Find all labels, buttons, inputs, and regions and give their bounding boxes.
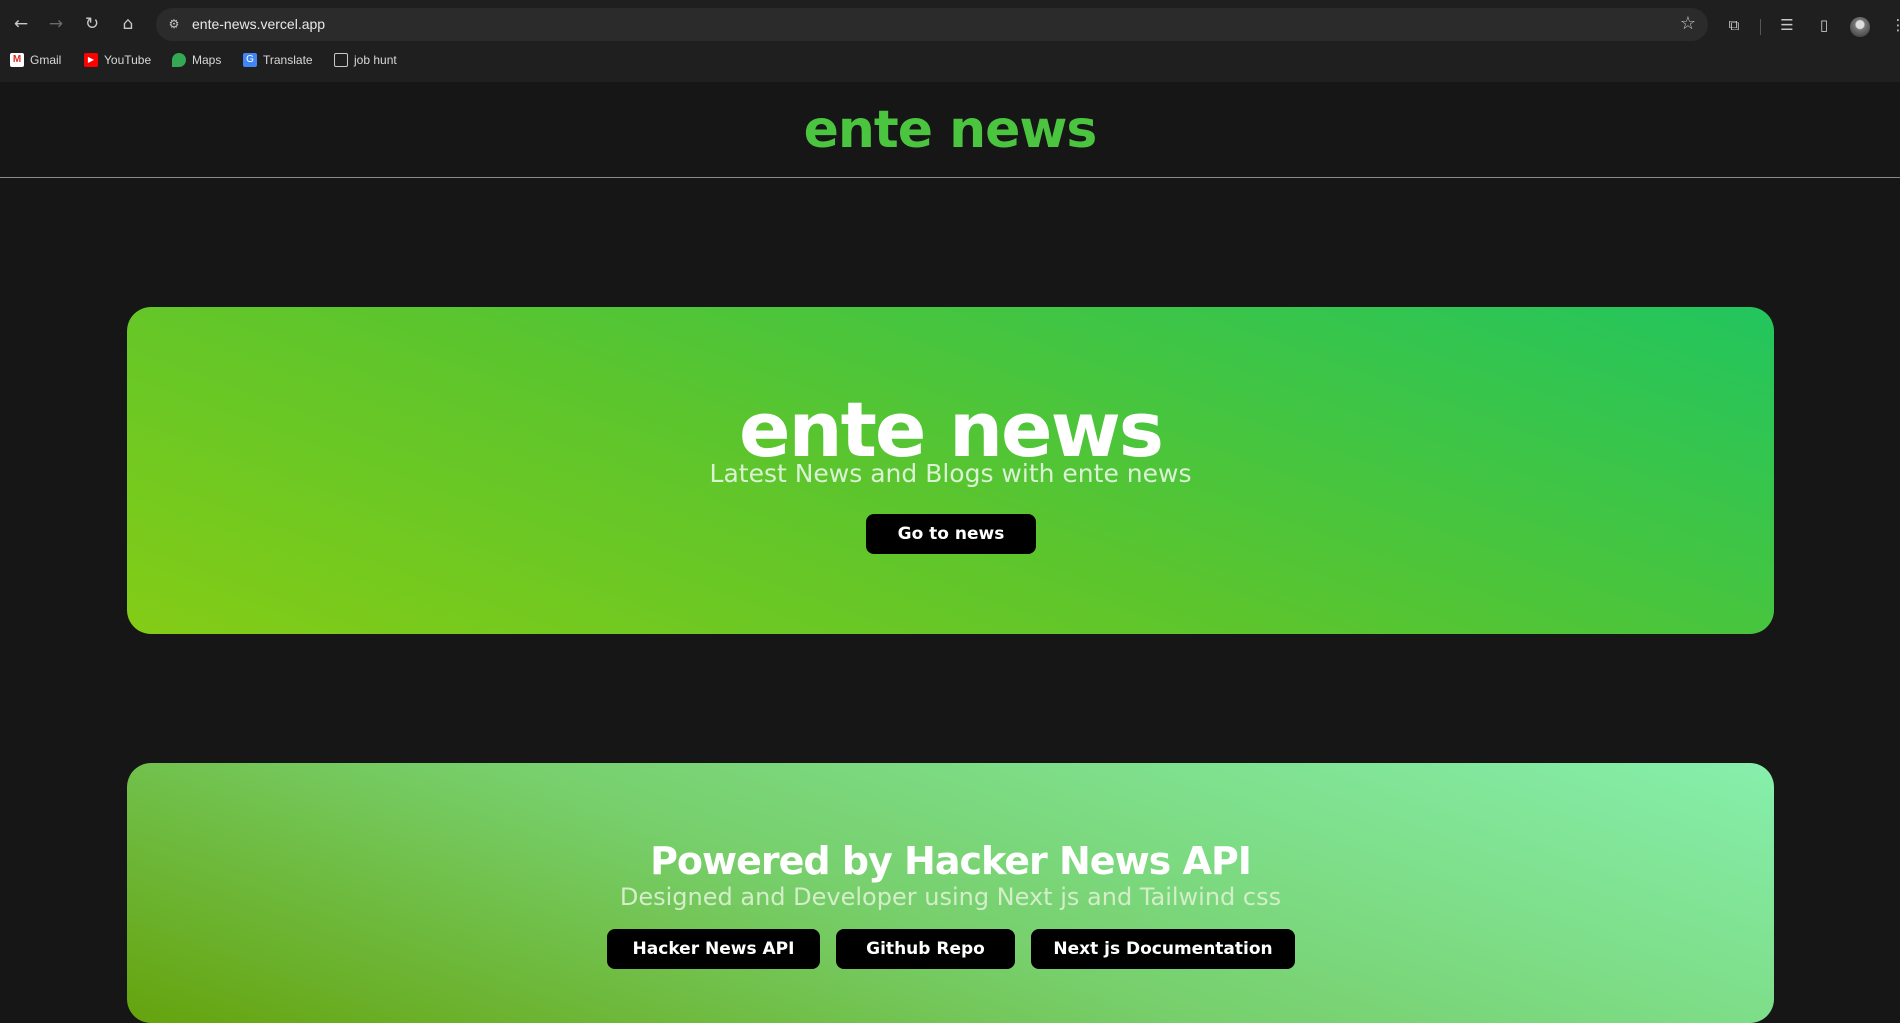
powered-subtitle: Designed and Developer using Next js and… [619, 883, 1282, 911]
reload-icon[interactable]: ↻ [82, 14, 102, 34]
bookmark-maps[interactable]: Maps [172, 49, 221, 71]
reading-list-icon[interactable]: ☰ [1776, 14, 1798, 36]
folder-icon [334, 53, 348, 67]
bookmark-label: Maps [192, 53, 222, 67]
extensions-icon[interactable]: ⧉ [1723, 14, 1745, 36]
forward-icon[interactable]: → [46, 14, 66, 34]
maps-icon [172, 53, 186, 67]
site-settings-icon[interactable]: ⚙ [166, 16, 182, 32]
home-icon[interactable]: ⌂ [118, 14, 138, 34]
bookmark-gmail[interactable]: M Gmail [10, 49, 61, 71]
nextjs-documentation-button[interactable]: Next js Documentation [1031, 929, 1295, 969]
bookmark-label: YouTube [104, 53, 152, 67]
bookmark-translate[interactable]: G Translate [243, 49, 313, 71]
site-header: ente news [0, 82, 1900, 178]
bookmarks-bar: M Gmail ▶ YouTube Maps G Translate job h… [0, 49, 1900, 71]
browser-toolbar: ← → ↻ ⌂ ⚙ ente-news.vercel.app ☆ ⧉ ☰ ▯ ⋮ [0, 5, 1900, 43]
profile-avatar[interactable] [1850, 17, 1870, 37]
star-icon[interactable]: ☆ [1680, 13, 1696, 34]
hero-card: ente news Latest News and Blogs with ent… [127, 307, 1774, 634]
bookmark-folder-job-hunt[interactable]: job hunt [334, 49, 397, 71]
gmail-icon: M [10, 53, 24, 67]
powered-by-card: Powered by Hacker News API Designed and … [127, 763, 1774, 1023]
translate-icon: G [243, 53, 257, 67]
youtube-icon: ▶ [84, 53, 98, 67]
site-title[interactable]: ente news [0, 100, 1900, 160]
side-panel-icon[interactable]: ▯ [1813, 14, 1835, 36]
toolbar-divider [1760, 19, 1761, 35]
powered-title: Powered by Hacker News API [650, 839, 1252, 883]
go-to-news-button[interactable]: Go to news [866, 514, 1036, 554]
hacker-news-api-button[interactable]: Hacker News API [607, 929, 820, 969]
hero-subtitle: Latest News and Blogs with ente news [709, 459, 1192, 488]
page: ente news ente news Latest News and Blog… [0, 82, 1900, 1023]
bookmark-label: Translate [263, 53, 313, 67]
bookmark-label: job hunt [354, 53, 397, 67]
bookmark-label: Gmail [30, 53, 62, 67]
browser-chrome: ← → ↻ ⌂ ⚙ ente-news.vercel.app ☆ ⧉ ☰ ▯ ⋮… [0, 0, 1900, 82]
url-text[interactable]: ente-news.vercel.app [192, 16, 325, 32]
github-repo-button[interactable]: Github Repo [836, 929, 1015, 969]
bookmark-youtube[interactable]: ▶ YouTube [84, 49, 151, 71]
address-bar[interactable]: ⚙ ente-news.vercel.app ☆ [156, 8, 1708, 41]
back-icon[interactable]: ← [11, 14, 31, 34]
menu-icon[interactable]: ⋮ [1887, 14, 1900, 36]
